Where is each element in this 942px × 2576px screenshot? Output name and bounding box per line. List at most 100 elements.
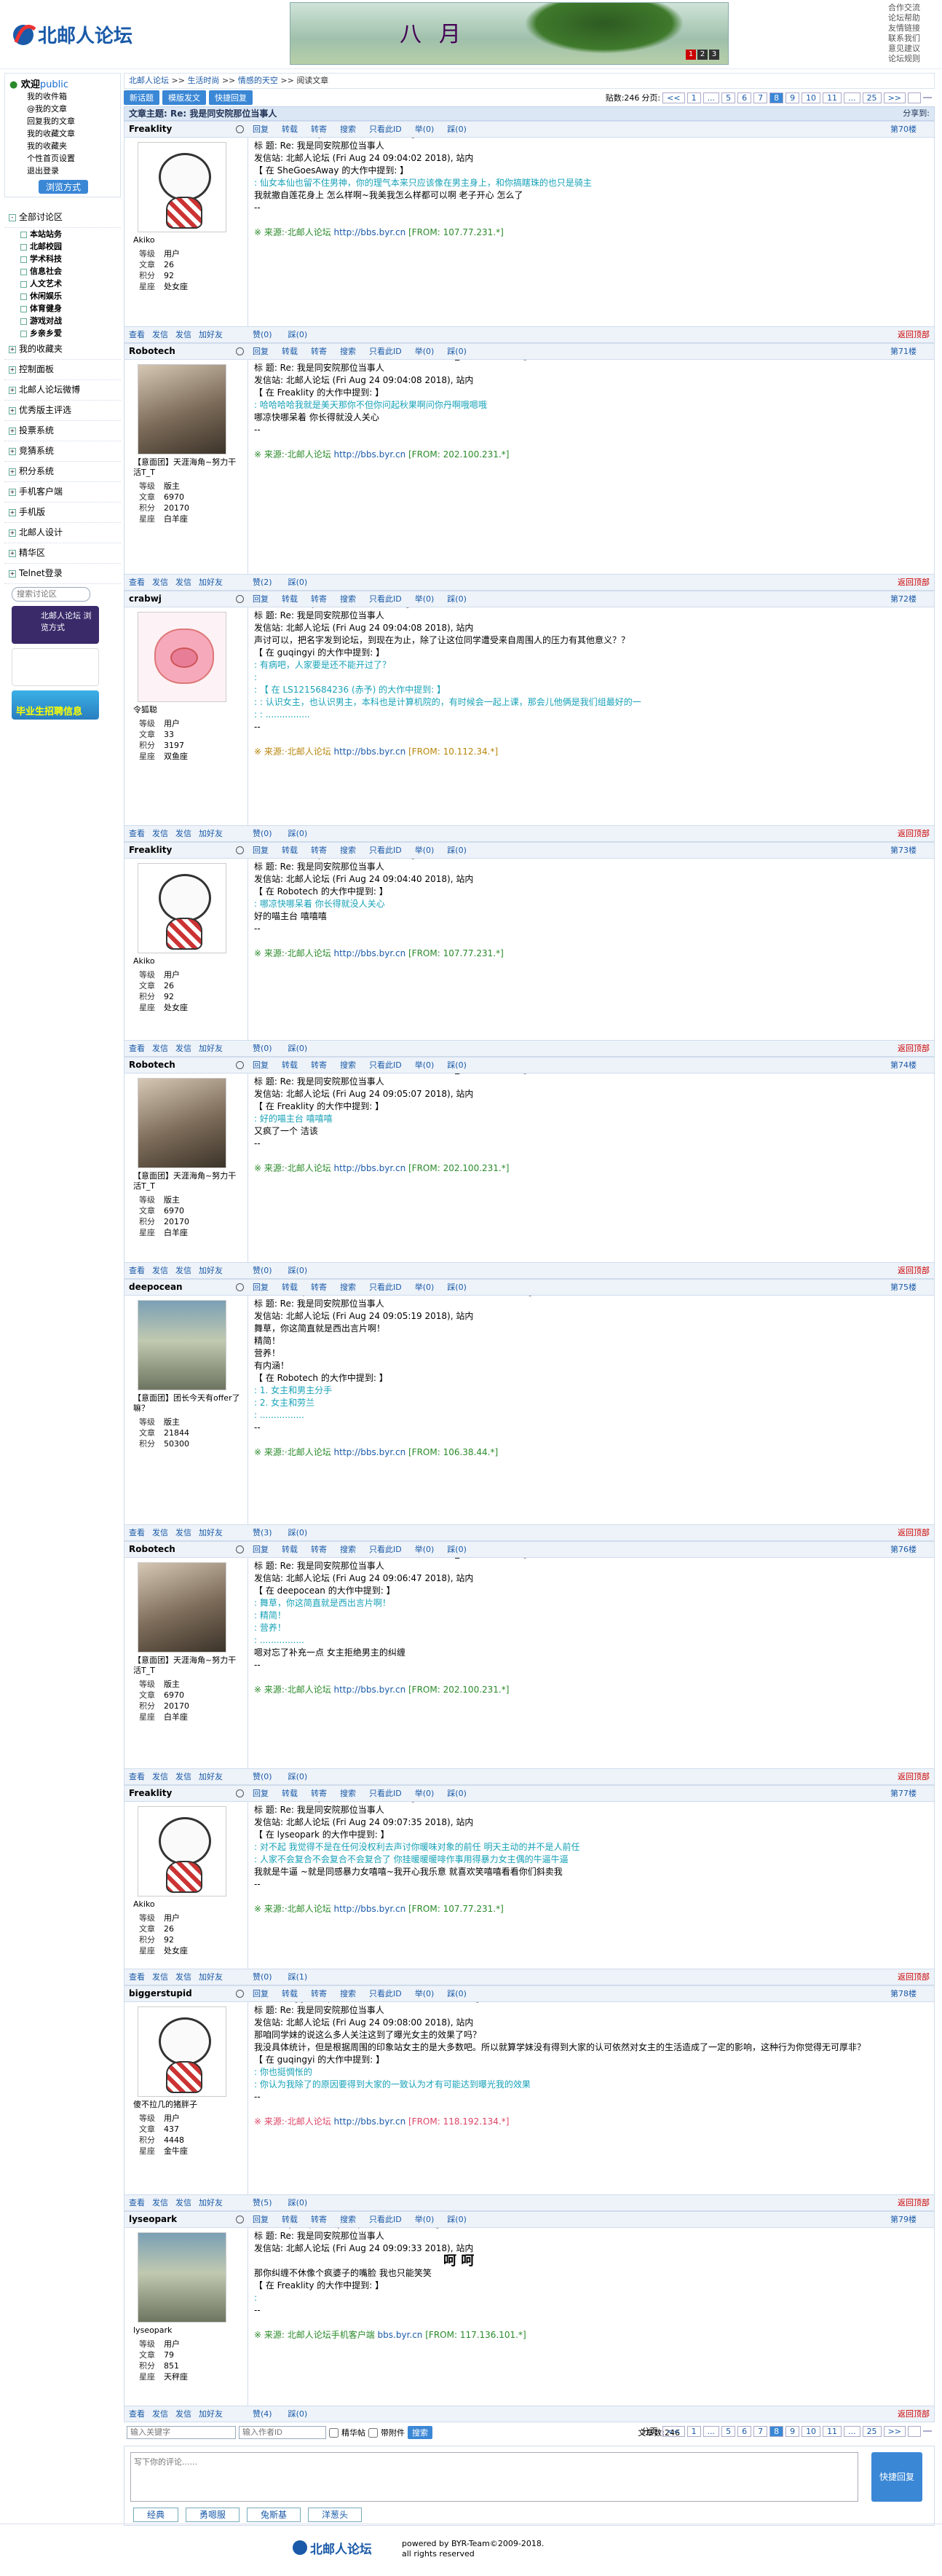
board-search-input[interactable] bbox=[12, 587, 90, 602]
send-mail-link[interactable]: 发信 bbox=[152, 1044, 168, 1053]
source-link[interactable]: bbs.byr.cn bbox=[378, 2330, 423, 2340]
repost-action[interactable]: 转载 bbox=[282, 1989, 298, 1998]
only-this-id-action[interactable]: 只看此ID bbox=[369, 1060, 402, 1070]
view-profile-link[interactable]: 查看 bbox=[129, 1772, 145, 1781]
dislike-button[interactable]: 踩(0) bbox=[288, 2198, 308, 2207]
user-menu-item[interactable]: 我的收藏夹 bbox=[9, 140, 116, 152]
like-button[interactable]: 赞(2) bbox=[253, 578, 272, 587]
sidebar-nav-item[interactable]: + 北邮人论坛微博 bbox=[4, 380, 121, 401]
floor-number[interactable]: 第76楼 bbox=[890, 1542, 917, 1557]
page-link[interactable]: 8 bbox=[769, 2425, 784, 2437]
dislike-button[interactable]: 踩(0) bbox=[288, 1772, 308, 1781]
avatar[interactable] bbox=[138, 612, 226, 702]
view-profile-link[interactable]: 查看 bbox=[129, 2198, 145, 2207]
back-to-top-link[interactable]: 返回顶部 bbox=[898, 1041, 930, 1056]
author-name[interactable]: Robotech bbox=[129, 1544, 175, 1554]
reply-action[interactable]: 回复 bbox=[253, 1060, 269, 1070]
page-link[interactable]: 1 bbox=[686, 92, 701, 103]
forward-action[interactable]: 转寄 bbox=[311, 125, 327, 134]
send-message-link[interactable]: 发信 bbox=[175, 2198, 191, 2207]
send-mail-link[interactable]: 发信 bbox=[152, 578, 168, 587]
send-mail-link[interactable]: 发信 bbox=[152, 1266, 168, 1275]
page-link[interactable]: >> bbox=[883, 2425, 906, 2437]
promo-banner[interactable]: 北邮人论坛 浏览方式 bbox=[12, 606, 99, 644]
send-mail-link[interactable]: 发信 bbox=[152, 1772, 168, 1781]
repost-action[interactable]: 转载 bbox=[282, 1060, 298, 1070]
page-link[interactable]: 11 bbox=[823, 2425, 842, 2437]
sidebar-nav-item[interactable]: + 精华区 bbox=[4, 543, 121, 564]
forward-action[interactable]: 转寄 bbox=[311, 1283, 327, 1292]
page-link[interactable]: 25 bbox=[862, 92, 882, 103]
view-profile-link[interactable]: 查看 bbox=[129, 578, 145, 587]
forward-action[interactable]: 转寄 bbox=[311, 594, 327, 604]
like-button[interactable]: 赞(3) bbox=[253, 1528, 272, 1537]
page-link[interactable]: << bbox=[662, 92, 685, 103]
only-this-id-action[interactable]: 只看此ID bbox=[369, 1789, 402, 1798]
search-action[interactable]: 搜索 bbox=[340, 846, 356, 855]
floor-number[interactable]: 第74楼 bbox=[890, 1057, 917, 1073]
author-name[interactable]: Robotech bbox=[129, 346, 175, 356]
share-to[interactable]: 分享到: bbox=[903, 107, 930, 120]
repost-action[interactable]: 转载 bbox=[282, 594, 298, 604]
digest-checkbox[interactable] bbox=[329, 2427, 339, 2438]
reply-action[interactable]: 回复 bbox=[253, 125, 269, 134]
page-jump-input[interactable] bbox=[908, 92, 921, 103]
promo-logo[interactable] bbox=[12, 648, 99, 686]
sidebar-nav-item[interactable]: + 竞猜系统 bbox=[4, 441, 121, 462]
post-author[interactable]: lyseopark bbox=[124, 2212, 248, 2228]
only-this-id-action[interactable]: 只看此ID bbox=[369, 846, 402, 855]
top-link[interactable]: 联系我们 bbox=[888, 34, 932, 44]
dislike-button[interactable]: 踩(0) bbox=[288, 578, 308, 587]
floor-number[interactable]: 第70楼 bbox=[890, 122, 917, 137]
source-link[interactable]: http://bbs.byr.cn bbox=[334, 449, 406, 460]
banner-dot[interactable]: 2 bbox=[697, 50, 708, 60]
only-this-id-action[interactable]: 只看此ID bbox=[369, 1283, 402, 1292]
repost-action[interactable]: 转载 bbox=[282, 846, 298, 855]
source-link[interactable]: http://bbs.byr.cn bbox=[334, 948, 406, 958]
post-author[interactable]: biggerstupid bbox=[124, 1986, 248, 2002]
avatar[interactable] bbox=[138, 1078, 226, 1168]
send-message-link[interactable]: 发信 bbox=[175, 1266, 191, 1275]
avatar[interactable] bbox=[138, 2232, 226, 2323]
send-message-link[interactable]: 发信 bbox=[175, 1044, 191, 1053]
board-category[interactable]: 乡亲乡爱 bbox=[4, 327, 121, 339]
avatar[interactable] bbox=[138, 1300, 226, 1390]
add-friend-link[interactable]: 加好友 bbox=[199, 1772, 223, 1781]
repost-action[interactable]: 转载 bbox=[282, 2215, 298, 2224]
quick-reply-button[interactable]: 快捷回复 bbox=[209, 90, 253, 105]
dislike-action[interactable]: 踩(0) bbox=[447, 2215, 467, 2224]
board-category[interactable]: 体育健身 bbox=[4, 302, 121, 315]
like-button[interactable]: 赞(0) bbox=[253, 829, 272, 838]
author-name[interactable]: deepocean bbox=[129, 1282, 183, 1292]
forward-action[interactable]: 转寄 bbox=[311, 1545, 327, 1554]
report-action[interactable]: 举(0) bbox=[415, 1060, 435, 1070]
crumb-home[interactable]: 北邮人论坛 bbox=[129, 76, 169, 85]
send-message-link[interactable]: 发信 bbox=[175, 829, 191, 838]
search-action[interactable]: 搜索 bbox=[340, 1283, 356, 1292]
board-category[interactable]: 人文艺术 bbox=[4, 277, 121, 290]
dislike-action[interactable]: 踩(0) bbox=[447, 1283, 467, 1292]
report-action[interactable]: 举(0) bbox=[415, 1545, 435, 1554]
page-link[interactable]: 9 bbox=[785, 92, 800, 103]
page-go-button[interactable] bbox=[923, 2430, 932, 2432]
page-link[interactable]: << bbox=[662, 2425, 685, 2437]
board-category[interactable]: 休闲娱乐 bbox=[4, 290, 121, 302]
repost-action[interactable]: 转载 bbox=[282, 1283, 298, 1292]
floor-number[interactable]: 第71楼 bbox=[890, 344, 917, 359]
post-author[interactable]: crabwj bbox=[124, 591, 248, 607]
send-message-link[interactable]: 发信 bbox=[175, 330, 191, 339]
forward-action[interactable]: 转寄 bbox=[311, 347, 327, 356]
send-message-link[interactable]: 发信 bbox=[175, 1772, 191, 1781]
author-name[interactable]: crabwj bbox=[129, 594, 162, 604]
sidebar-nav-item[interactable]: + 手机客户端 bbox=[4, 482, 121, 503]
add-friend-link[interactable]: 加好友 bbox=[199, 2409, 223, 2419]
like-button[interactable]: 赞(4) bbox=[253, 2409, 272, 2419]
search-action[interactable]: 搜索 bbox=[340, 1789, 356, 1798]
dislike-button[interactable]: 踩(0) bbox=[288, 2409, 308, 2419]
dislike-action[interactable]: 踩(0) bbox=[447, 1060, 467, 1070]
view-profile-link[interactable]: 查看 bbox=[129, 1266, 145, 1275]
send-mail-link[interactable]: 发信 bbox=[152, 2198, 168, 2207]
page-link[interactable]: 7 bbox=[753, 92, 768, 103]
floor-number[interactable]: 第75楼 bbox=[890, 1280, 917, 1295]
forward-action[interactable]: 转寄 bbox=[311, 1789, 327, 1798]
